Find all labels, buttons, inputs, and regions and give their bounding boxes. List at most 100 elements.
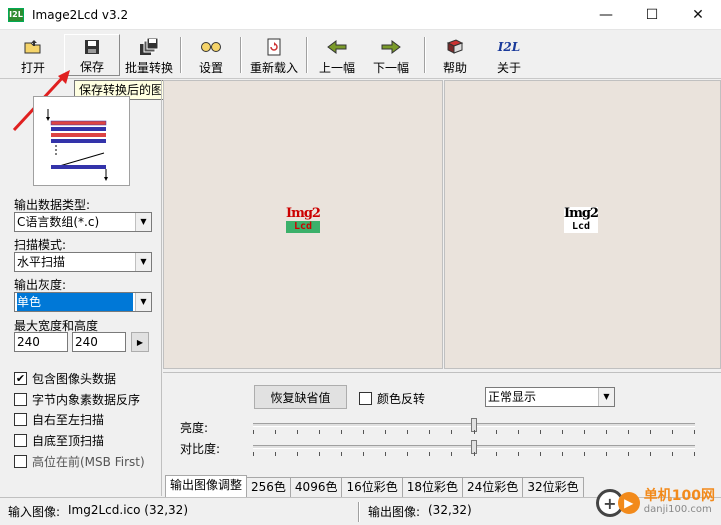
display-mode-value: 正常显示 xyxy=(488,390,537,404)
status-separator xyxy=(358,502,360,522)
watermark-play-icon: ▶ xyxy=(617,492,640,514)
reload-button[interactable]: 重新载入 xyxy=(246,34,302,76)
scan-mode-select[interactable]: 水平扫描 ▼ xyxy=(14,252,152,272)
help-label: 帮助 xyxy=(442,61,467,75)
next-image-button[interactable]: 下一幅 xyxy=(366,34,416,76)
checkbox-label: 自底至顶扫描 xyxy=(32,434,105,448)
slider-tick xyxy=(474,430,475,434)
invert-colors-label: 颜色反转 xyxy=(377,392,426,406)
color-mode-tabs: 输出图像调整 256色 4096色 16位彩色 18位彩色 24位彩色 32位彩… xyxy=(165,475,584,497)
slider-tick xyxy=(694,452,695,456)
checkbox-right-to-left[interactable]: 自右至左扫描 xyxy=(14,411,104,428)
minimize-button[interactable]: — xyxy=(583,0,629,30)
slider-tick xyxy=(341,430,342,434)
contrast-slider[interactable] xyxy=(253,440,695,456)
slider-tick xyxy=(429,430,430,434)
slider-tick xyxy=(606,430,607,434)
slider-tick xyxy=(407,452,408,456)
checkbox-msb-first[interactable]: 高位在前(MSB First) xyxy=(14,453,145,470)
output-adjust-panel: 恢复缺省值 颜色反转 正常显示 ▼ 亮度: 对比度: 输出图像调整 256色 4… xyxy=(163,372,721,497)
chevron-down-icon[interactable]: ▼ xyxy=(135,293,151,311)
slider-tick xyxy=(385,430,386,434)
restore-defaults-button[interactable]: 恢复缺省值 xyxy=(254,385,347,409)
tab-4096-colors[interactable]: 4096色 xyxy=(289,477,343,497)
slider-tick xyxy=(584,430,585,434)
output-image-preview: Img2 Lcd xyxy=(444,80,721,369)
slider-tick xyxy=(253,452,254,456)
batch-convert-label: 批量转换 xyxy=(124,61,173,75)
checkbox-label: 包含图像头数据 xyxy=(32,372,117,386)
app-icon: I2L xyxy=(8,7,24,22)
tab-16bit-color[interactable]: 16位彩色 xyxy=(341,477,403,497)
checkbox-box[interactable] xyxy=(14,455,27,468)
settings-button[interactable]: 设置 xyxy=(186,34,236,76)
toolbar-separator xyxy=(240,37,242,73)
checkbox-include-header[interactable]: ✔ 包含图像头数据 xyxy=(14,370,116,387)
checkbox-box[interactable] xyxy=(14,393,27,406)
output-type-select[interactable]: C语言数组(*.c) ▼ xyxy=(14,212,152,232)
checkbox-reverse-byte-pixels[interactable]: 字节内象素数据反序 xyxy=(14,391,140,408)
checkbox-bottom-to-top[interactable]: 自底至顶扫描 xyxy=(14,432,104,449)
brightness-slider[interactable] xyxy=(253,418,695,434)
tab-32bit-color[interactable]: 32位彩色 xyxy=(522,477,584,497)
arrow-right-icon xyxy=(381,37,401,57)
gray-level-value: 单色 xyxy=(17,293,133,311)
chevron-down-icon[interactable]: ▼ xyxy=(598,388,614,406)
settings-label: 设置 xyxy=(198,61,223,75)
gray-level-label: 输出灰度: xyxy=(14,278,67,292)
checkbox-box[interactable]: ✔ xyxy=(14,372,27,385)
contrast-label: 对比度: xyxy=(180,442,221,456)
about-i2l-icon: I2L xyxy=(498,37,520,57)
slider-tick xyxy=(518,452,519,456)
slider-tick xyxy=(540,452,541,456)
output-type-value: C语言数组(*.c) xyxy=(17,215,100,229)
input-logo-line2: Lcd xyxy=(286,221,320,233)
slider-tick xyxy=(606,452,607,456)
slider-tick xyxy=(496,430,497,434)
checkbox-box[interactable] xyxy=(359,392,372,405)
scan-mode-value: 水平扫描 xyxy=(17,255,66,269)
save-disk-icon xyxy=(84,38,100,56)
chevron-down-icon[interactable]: ▼ xyxy=(135,253,151,271)
tab-18bit-color[interactable]: 18位彩色 xyxy=(401,477,464,497)
checkbox-label: 字节内象素数据反序 xyxy=(32,393,141,407)
tab-24bit-color[interactable]: 24位彩色 xyxy=(462,477,524,497)
title-bar: I2L Image2Lcd v3.2 — ☐ ✕ xyxy=(0,0,721,30)
reload-label: 重新载入 xyxy=(249,61,298,75)
slider-tick xyxy=(253,430,254,434)
checkbox-box[interactable] xyxy=(14,413,27,426)
save-label: 保存 xyxy=(79,60,104,74)
scan-mode-label: 扫描模式: xyxy=(14,238,67,252)
max-width-input[interactable]: 240 xyxy=(14,332,68,352)
slider-tick xyxy=(628,452,629,456)
previous-image-button[interactable]: 上一幅 xyxy=(312,34,362,76)
help-button[interactable]: 帮助 xyxy=(430,34,480,76)
slider-tick xyxy=(275,430,276,434)
gray-level-select[interactable]: 单色 ▼ xyxy=(14,292,152,312)
slider-tick xyxy=(297,452,298,456)
toolbar: 打开 保存 批量转换 设置 重新载入 上一幅 下一幅 帮助 I2L 关于 xyxy=(0,31,721,79)
checkbox-invert-colors[interactable]: 颜色反转 xyxy=(359,390,425,407)
slider-tick xyxy=(275,452,276,456)
watermark-site-url: danji100.com xyxy=(643,504,712,515)
tab-256-colors[interactable]: 256色 xyxy=(246,477,291,497)
apply-size-button[interactable]: ▶ xyxy=(131,332,149,352)
checkbox-label: 自右至左扫描 xyxy=(32,413,105,427)
batch-convert-button[interactable]: 批量转换 xyxy=(122,34,176,76)
display-mode-select[interactable]: 正常显示 ▼ xyxy=(485,387,615,407)
about-button[interactable]: I2L 关于 xyxy=(484,34,534,76)
chevron-down-icon[interactable]: ▼ xyxy=(135,213,151,231)
next-image-label: 下一幅 xyxy=(372,61,409,75)
close-button[interactable]: ✕ xyxy=(675,0,721,30)
max-height-input[interactable]: 240 xyxy=(72,332,126,352)
window-title: Image2Lcd v3.2 xyxy=(32,7,129,22)
slider-tick xyxy=(319,430,320,434)
slider-tick xyxy=(429,452,430,456)
input-image-status-label: 输入图像: xyxy=(8,505,61,519)
tab-output-adjust[interactable]: 输出图像调整 xyxy=(165,475,248,497)
output-image-status-value: (32,32) xyxy=(428,503,472,517)
maximize-button[interactable]: ☐ xyxy=(629,0,675,30)
about-i2l-icon-text: I2L xyxy=(497,40,521,54)
about-label: 关于 xyxy=(496,61,521,75)
checkbox-box[interactable] xyxy=(14,434,27,447)
